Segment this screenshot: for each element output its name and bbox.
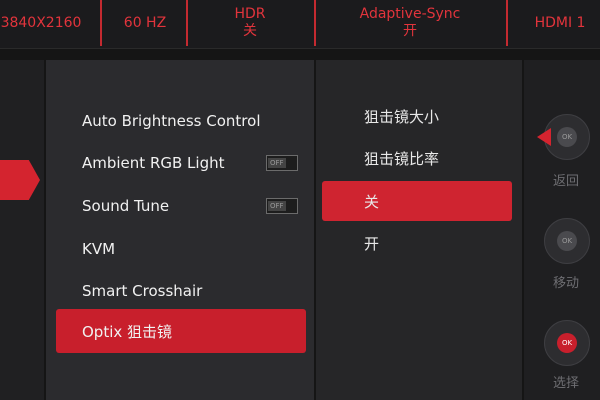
menu-item-ambient-rgb[interactable]: Ambient RGB Light OFF: [56, 143, 306, 183]
ok-icon: OK: [557, 231, 577, 251]
ok-icon: OK: [557, 127, 577, 147]
menu-item-label: Smart Crosshair: [82, 282, 203, 300]
input-indicator: HDMI 1: [520, 0, 600, 46]
divider: [506, 0, 508, 46]
refresh-rate-value: 60 HZ: [123, 14, 167, 31]
sound-tune-toggle[interactable]: OFF: [266, 198, 298, 214]
resolution-indicator: 3840X2160: [0, 0, 86, 46]
menu-item-sound-tune[interactable]: Sound Tune OFF: [56, 186, 306, 226]
adaptive-sync-value: 开: [403, 23, 417, 39]
joystick-select-icon: OK: [544, 320, 590, 366]
divider: [186, 0, 188, 46]
joystick-back-icon: OK: [537, 114, 590, 160]
resolution-value: 3840X2160: [0, 14, 82, 31]
submenu-item-label: 狙击镜大小: [364, 107, 440, 126]
submenu-item-label: 狙击镜比率: [364, 149, 440, 168]
menu-item-label: KVM: [82, 240, 116, 258]
ambient-rgb-toggle[interactable]: OFF: [266, 155, 298, 171]
adaptive-sync-indicator: Adaptive-Sync 开: [330, 0, 490, 46]
menu-item-label: Sound Tune: [82, 197, 170, 215]
adaptive-sync-label: Adaptive-Sync: [359, 6, 461, 22]
menu-item-label: Auto Brightness Control: [82, 112, 261, 130]
menu-item-optix-scope[interactable]: Optix 狙击镜: [56, 309, 306, 353]
divider: [100, 0, 102, 46]
select-hint-label: 选择: [552, 376, 579, 391]
arrow-left-icon: [537, 128, 551, 146]
submenu-item-label: 关: [364, 192, 380, 211]
input-value: HDMI 1: [534, 14, 586, 31]
menu-item-label: Ambient RGB Light: [82, 154, 225, 172]
control-hints: OK 返回 OK 移动 OK 选择: [524, 60, 600, 400]
hdr-indicator: HDR 关: [200, 0, 300, 46]
settings-menu: Auto Brightness Control Ambient RGB Ligh…: [46, 60, 314, 400]
refresh-rate-indicator: 60 HZ: [105, 0, 185, 46]
submenu-item-off[interactable]: 关: [322, 181, 512, 221]
move-hint-label: 移动: [552, 276, 579, 291]
active-category-arrow-icon[interactable]: [0, 160, 40, 200]
hdr-value: 关: [243, 23, 257, 39]
toggle-state: OFF: [268, 201, 286, 211]
hdr-label: HDR: [234, 6, 266, 22]
menu-item-smart-crosshair[interactable]: Smart Crosshair: [56, 271, 306, 311]
toggle-state: OFF: [268, 158, 286, 168]
submenu-item-on[interactable]: 开: [322, 223, 512, 263]
joystick-move-icon: OK: [544, 218, 590, 264]
submenu-item-scope-ratio[interactable]: 狙击镜比率: [322, 138, 512, 178]
back-hint-label: 返回: [552, 174, 579, 189]
menu-item-label: Optix 狙击镜: [82, 322, 173, 341]
submenu-item-scope-size[interactable]: 狙击镜大小: [322, 96, 512, 136]
submenu-item-label: 开: [364, 234, 380, 253]
menu-item-kvm[interactable]: KVM: [56, 229, 306, 269]
optix-scope-submenu: 狙击镜大小 狙击镜比率 关 开: [316, 60, 522, 400]
category-strip: [0, 60, 44, 400]
status-bar: 3840X2160 60 HZ HDR 关 Adaptive-Sync 开 HD…: [0, 0, 600, 49]
divider: [314, 0, 316, 46]
ok-icon: OK: [557, 333, 577, 353]
menu-item-auto-brightness[interactable]: Auto Brightness Control: [56, 101, 306, 141]
